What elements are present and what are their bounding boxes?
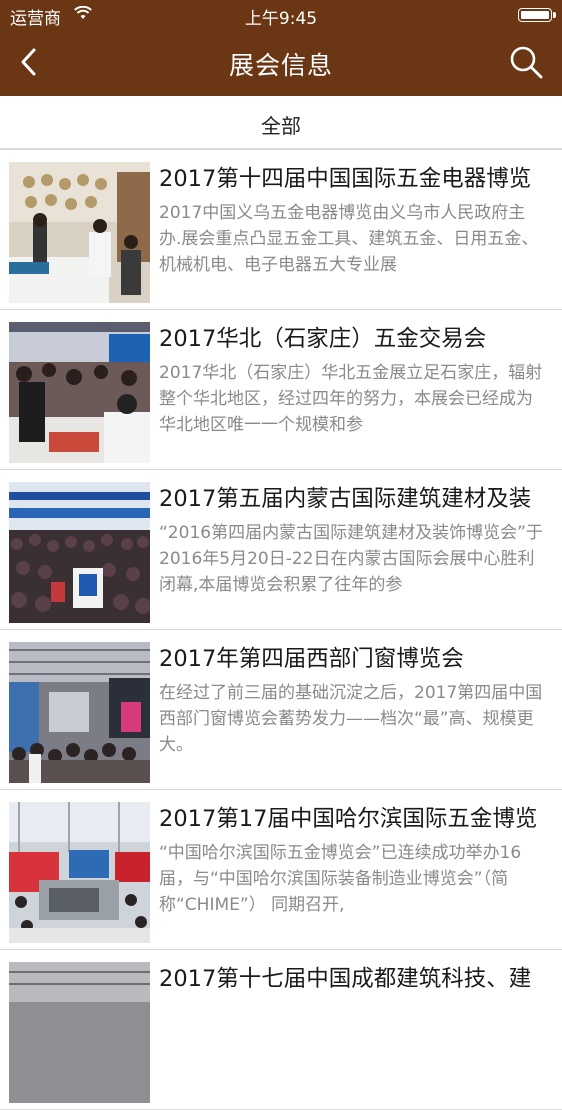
navigation-bar: 展会信息 xyxy=(0,30,562,96)
exhibition-thumbnail xyxy=(9,162,150,303)
exhibition-item[interactable]: 2017华北（石家庄）五金交易会 2017华北（石家庄）华北五金展立足石家庄，辐… xyxy=(0,310,562,470)
exhibition-description xyxy=(159,1000,547,1078)
exhibition-item[interactable]: 2017第十七届中国成都建筑科技、建 xyxy=(0,950,562,1110)
status-time: 上午9:45 xyxy=(244,9,318,29)
filter-all-label: 全部 xyxy=(261,114,301,138)
exhibition-thumbnail xyxy=(9,802,150,943)
exhibition-item[interactable]: 2017第十四届中国国际五金电器博览 2017中国义乌五金电器博览由义乌市人民政… xyxy=(0,150,562,310)
battery-icon xyxy=(518,8,552,22)
exhibition-item[interactable]: 2017第17届中国哈尔滨国际五金博览 “中国哈尔滨国际五金博览会”已连续成功举… xyxy=(0,790,562,950)
exhibition-thumbnail xyxy=(9,322,150,463)
search-button[interactable] xyxy=(508,44,544,80)
status-bar: 运营商 上午9:45 xyxy=(0,0,562,30)
category-filter[interactable]: 全部 xyxy=(0,96,562,150)
battery-tip xyxy=(553,12,556,18)
page-title: 展会信息 xyxy=(228,51,333,80)
exhibition-title: 2017年第四届西部门窗博览会 xyxy=(159,646,464,672)
exhibition-title: 2017第17届中国哈尔滨国际五金博览 xyxy=(159,806,538,832)
exhibition-description: “中国哈尔滨国际五金博览会”已连续成功举办16届，与“中国哈尔滨国际装备制造业博… xyxy=(159,843,522,915)
exhibition-title: 2017华北（石家庄）五金交易会 xyxy=(159,326,487,352)
exhibition-thumbnail xyxy=(9,962,150,1103)
exhibition-title: 2017第十四届中国国际五金电器博览 xyxy=(159,166,532,192)
exhibition-thumbnail xyxy=(9,642,150,783)
exhibition-item[interactable]: 2017第五届内蒙古国际建筑建材及装 “2016第四届内蒙古国际建筑建材及装饰博… xyxy=(0,470,562,630)
exhibition-description: “2016第四届内蒙古国际建筑建材及装饰博览会”于2016年5月20日-22日在… xyxy=(159,523,543,595)
exhibition-description: 2017华北（石家庄）华北五金展立足石家庄，辐射整个华北地区，经过四年的努力，本… xyxy=(159,363,543,435)
exhibition-description: 在经过了前三届的基础沉淀之后，2017第四届中国西部门窗博览会蓄势发力——档次“… xyxy=(159,683,543,755)
exhibition-thumbnail xyxy=(9,482,150,623)
exhibition-title: 2017第十七届中国成都建筑科技、建 xyxy=(159,966,532,992)
app-header: 运营商 上午9:45 展会信息 xyxy=(0,0,562,96)
exhibition-title: 2017第五届内蒙古国际建筑建材及装 xyxy=(159,486,532,512)
exhibition-item[interactable]: 2017年第四届西部门窗博览会 在经过了前三届的基础沉淀之后，2017第四届中国… xyxy=(0,630,562,790)
exhibition-list: 2017第十四届中国国际五金电器博览 2017中国义乌五金电器博览由义乌市人民政… xyxy=(0,150,562,1110)
exhibition-description: 2017中国义乌五金电器博览由义乌市人民政府主办.展会重点凸显五金工具、建筑五金… xyxy=(159,203,539,275)
